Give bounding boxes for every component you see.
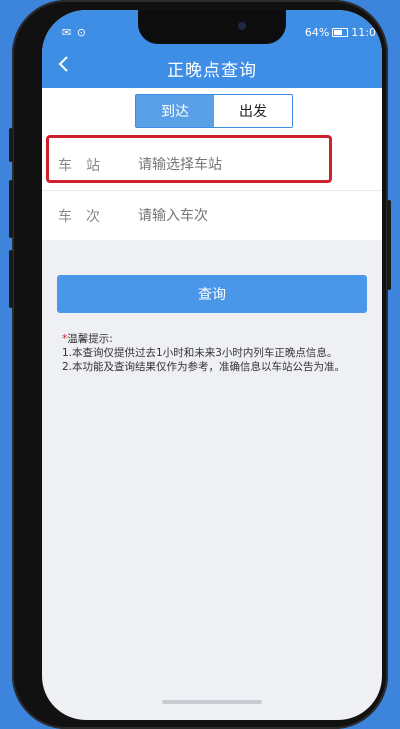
front-camera (238, 22, 246, 30)
direction-segmented-control: 到达 出发 (135, 94, 293, 128)
tips-title-row: *温馨提示: (62, 332, 372, 346)
mute-switch (9, 128, 13, 162)
station-row[interactable]: 车站 (42, 140, 382, 190)
app-screen: ✉ ⊙ 64% 11:0 正晚点查询 到达 出发 车站 请输选择车站 车次 请输… (42, 10, 382, 720)
tab-departure[interactable]: 出发 (214, 95, 292, 127)
power-button (387, 200, 391, 290)
train-number-input[interactable] (136, 207, 340, 225)
tips-section: *温馨提示: 1.本查询仅提供过去1小时和未来3小时内列车正晚点信息。 2.本功… (62, 332, 372, 374)
status-right: 64% 11:0 (305, 26, 376, 39)
train-label: 车次 (58, 209, 114, 225)
navigation-bar: 正晚点查询 (42, 44, 382, 88)
tab-arrival[interactable]: 到达 (136, 95, 214, 127)
station-label: 车站 (58, 158, 114, 174)
battery-percent: 64% (304, 26, 330, 39)
status-left-icons: ✉ ⊙ (62, 26, 87, 39)
tips-title: 温馨提示: (67, 333, 113, 345)
tip-line-2: 2.本功能及查询结果仅作为参考，准确信息以车站公告为准。 (62, 361, 346, 373)
direction-switch-area: 到达 出发 (42, 88, 382, 140)
status-time: 11:0 (351, 26, 376, 39)
station-input[interactable] (136, 156, 340, 174)
home-indicator (162, 700, 262, 704)
volume-up-button (9, 180, 13, 238)
query-form: 车站 车次 (42, 140, 382, 240)
notch (138, 10, 286, 44)
battery-icon (332, 28, 349, 37)
phone-frame: ✉ ⊙ 64% 11:0 正晚点查询 到达 出发 车站 请输选择车站 车次 请输… (9, 0, 391, 729)
tip-line-1: 1.本查询仅提供过去1小时和未来3小时内列车正晚点信息。 (62, 347, 338, 359)
query-button[interactable]: 查询 (57, 275, 367, 313)
volume-down-button (9, 250, 13, 308)
train-row[interactable]: 车次 (42, 190, 382, 241)
page-title: 正晚点查询 (167, 61, 257, 81)
